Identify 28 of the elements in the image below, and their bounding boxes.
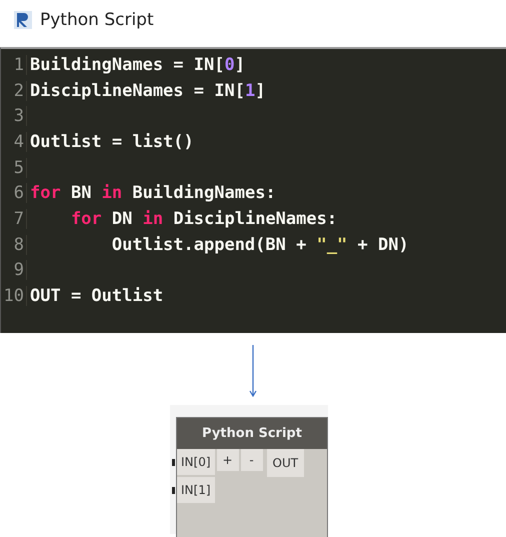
node-title: Python Script <box>177 418 327 449</box>
line-number: 6 <box>1 183 27 204</box>
line-number: 1 <box>1 54 27 75</box>
line-number: 8 <box>1 234 27 255</box>
code-line: Outlist.append(BN + "_" + DN) <box>110 234 409 255</box>
app-logo-icon <box>14 11 32 29</box>
port-connector-icon <box>172 486 175 494</box>
input-port[interactable]: IN[1] <box>177 477 215 503</box>
window-title: Python Script <box>40 10 154 30</box>
port-connector-icon <box>172 458 175 466</box>
line-number: 3 <box>1 106 27 126</box>
code-line: for BN in BuildingNames: <box>29 183 276 204</box>
line-number: 4 <box>1 132 27 152</box>
code-line: DisciplineNames = IN[1] <box>29 80 266 101</box>
line-number: 9 <box>1 260 27 280</box>
code-line: OUT = Outlist <box>29 286 164 306</box>
line-number: 7 <box>1 208 27 229</box>
line-number: 2 <box>1 80 27 101</box>
line-number: 10 <box>1 286 27 306</box>
remove-input-button[interactable]: - <box>240 449 263 471</box>
add-input-button[interactable]: + <box>216 449 239 471</box>
code-line: BuildingNames = IN[0] <box>29 54 245 75</box>
output-port[interactable]: OUT <box>266 449 304 477</box>
code-line: Outlist = list() <box>29 132 194 152</box>
line-number: 5 <box>1 158 27 178</box>
code-line: for DN in DisciplineNames: <box>70 208 338 229</box>
down-arrow <box>249 345 257 397</box>
input-port[interactable]: IN[0] <box>177 449 215 475</box>
